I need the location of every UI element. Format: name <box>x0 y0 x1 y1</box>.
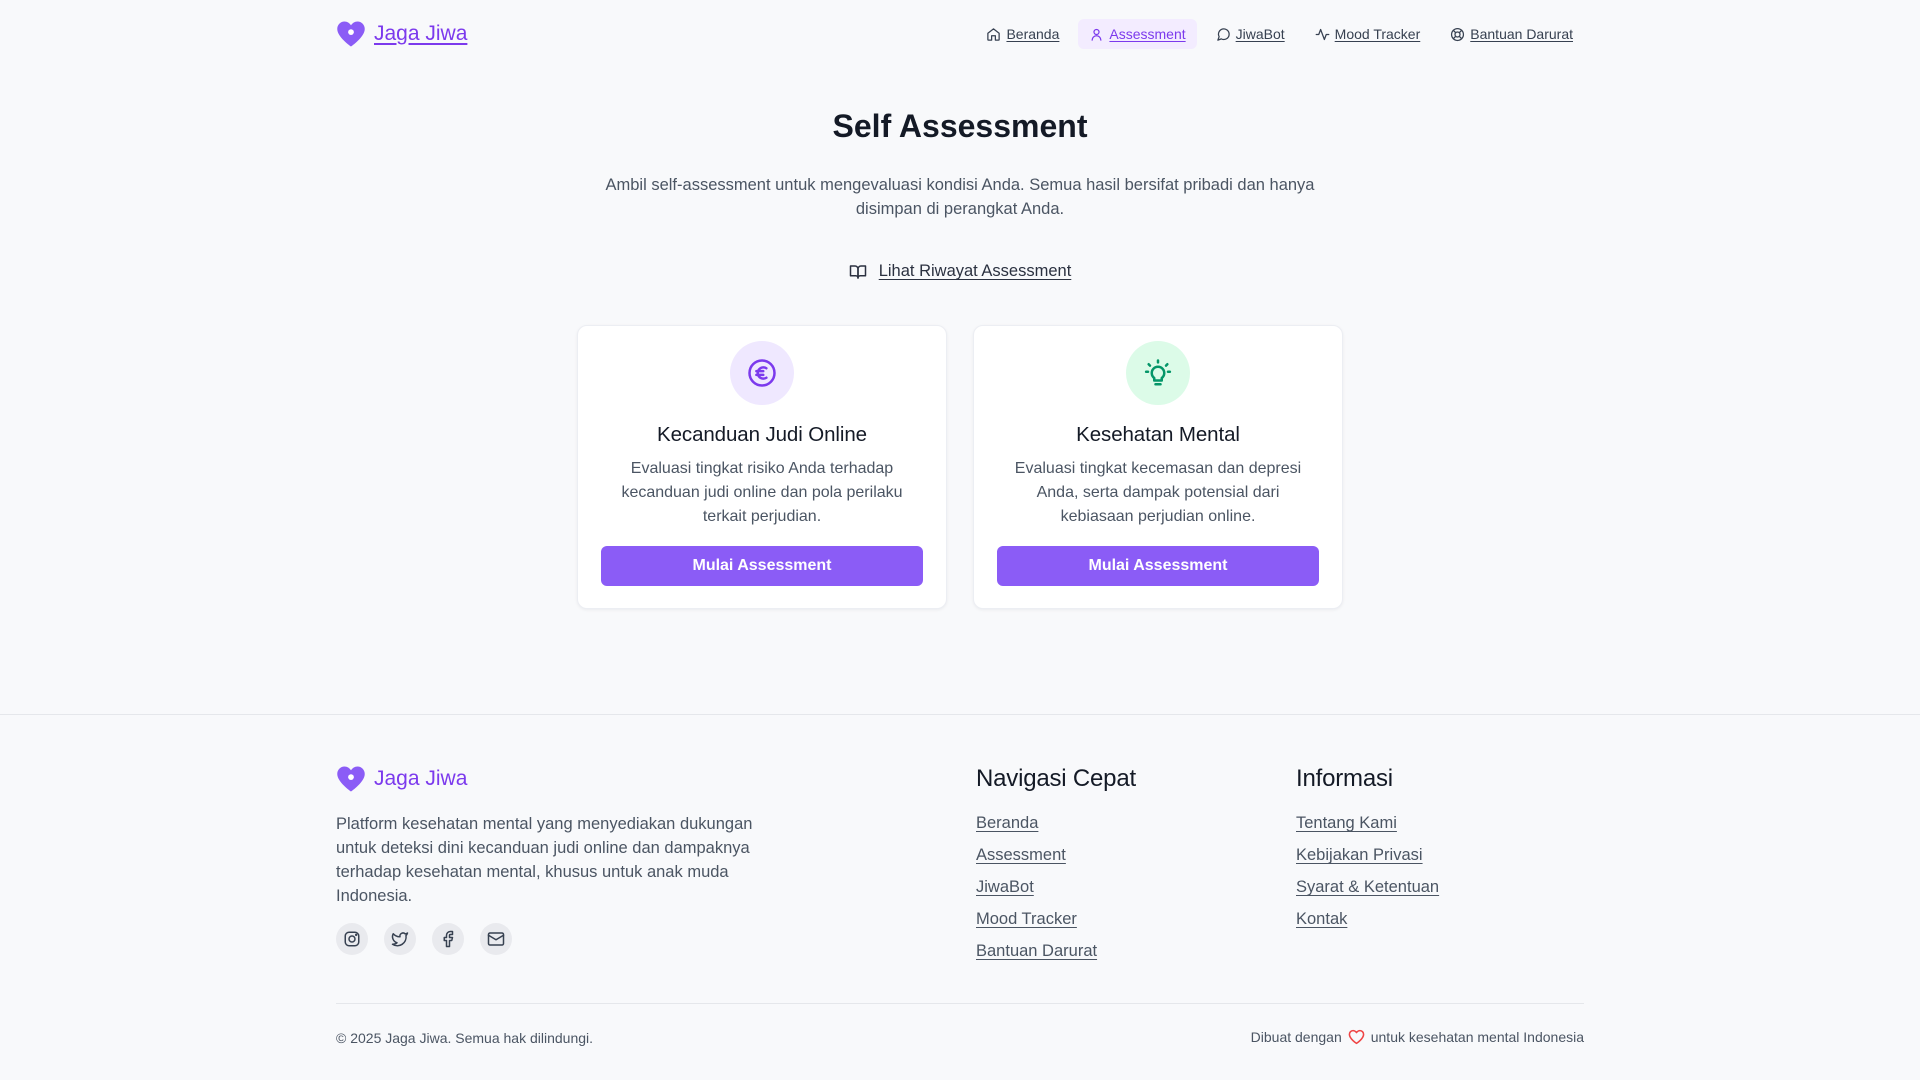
made-with-prefix: Dibuat dengan <box>1250 1029 1342 1045</box>
footer-divider <box>336 1003 1584 1004</box>
chat-bubble-icon <box>1216 27 1230 41</box>
card-icon-wrapper <box>1126 341 1190 405</box>
twitter-icon <box>391 932 409 947</box>
card-description: Evaluasi tingkat kecemasan dan depresi A… <box>1014 460 1302 525</box>
footer-quick-nav: Navigasi Cepat Beranda Assessment JiwaBo… <box>976 765 1136 967</box>
main-nav: Beranda Assessment JiwaBot Mood Tracker … <box>975 19 1584 49</box>
mail-icon <box>487 932 505 946</box>
facebook-icon <box>443 930 454 948</box>
footer-info: Informasi Tentang Kami Kebijakan Privasi… <box>1296 765 1439 935</box>
card-gambling-assessment: Kecanduan Judi Online Evaluasi tingkat r… <box>577 325 947 609</box>
euro-coin-icon <box>748 359 776 387</box>
card-title: Kesehatan Mental <box>1076 423 1240 446</box>
copyright-text: © 2025 Jaga Jiwa. Semua hak dilindungi. <box>336 1030 594 1046</box>
nav-item-assessment[interactable]: Assessment <box>1078 19 1197 49</box>
nav-item-mood-tracker[interactable]: Mood Tracker <box>1304 19 1432 49</box>
heart-outline-icon <box>1348 1029 1365 1045</box>
lightbulb-icon <box>1144 359 1172 386</box>
twitter-link[interactable] <box>384 923 416 955</box>
start-gambling-assessment-button[interactable]: Mulai Assessment <box>601 546 923 586</box>
social-links <box>336 923 512 955</box>
footer-link-kebijakan-privasi[interactable]: Kebijakan Privasi <box>1296 846 1423 864</box>
assessment-history-link[interactable]: Lihat Riwayat Assessment <box>0 262 1920 281</box>
instagram-link[interactable] <box>336 923 368 955</box>
site-header: Jaga Jiwa Beranda Assessment JiwaBot Moo… <box>336 14 1584 54</box>
footer-link-jiwabot[interactable]: JiwaBot <box>976 878 1034 896</box>
life-buoy-icon <box>1451 27 1465 41</box>
nav-item-beranda[interactable]: Beranda <box>975 19 1070 49</box>
nav-item-jiwabot[interactable]: JiwaBot <box>1205 19 1296 49</box>
footer-link-tentang-kami[interactable]: Tentang Kami <box>1296 814 1397 832</box>
instagram-icon <box>344 931 360 947</box>
card-description: Evaluasi tingkat risiko Anda terhadap ke… <box>621 460 903 525</box>
card-icon-wrapper <box>730 341 794 405</box>
history-link-label: Lihat Riwayat Assessment <box>878 262 1072 280</box>
heart-logo-icon <box>337 766 365 792</box>
card-mental-health-assessment: Kesehatan Mental Evaluasi tingkat kecema… <box>973 325 1343 609</box>
nav-label: JiwaBot <box>1235 26 1285 42</box>
page-subtitle: Ambil self-assessment untuk mengevaluasi… <box>605 176 1315 218</box>
footer-link-assessment[interactable]: Assessment <box>976 846 1066 864</box>
nav-label: Bantuan Darurat <box>1470 26 1573 42</box>
made-with-love: Dibuat dengan untuk kesehatan mental Ind… <box>1251 1029 1584 1045</box>
footer-link-beranda[interactable]: Beranda <box>976 814 1038 832</box>
footer-link-syarat-ketentuan[interactable]: Syarat & Ketentuan <box>1296 878 1439 896</box>
page-title: Self Assessment <box>832 108 1088 144</box>
site-footer: Jaga Jiwa Platform kesehatan mental yang… <box>0 714 1920 1080</box>
nav-label: Assessment <box>1109 26 1186 42</box>
nav-label: Mood Tracker <box>1334 26 1421 42</box>
footer-link-bantuan-darurat[interactable]: Bantuan Darurat <box>976 942 1097 960</box>
card-title: Kecanduan Judi Online <box>657 423 867 446</box>
made-with-suffix: untuk kesehatan mental Indonesia <box>1370 1029 1584 1045</box>
nav-label: Beranda <box>1006 26 1060 42</box>
heart-logo-icon <box>337 21 365 47</box>
footer-brand-name: Jaga Jiwa <box>374 767 468 790</box>
brand-name: Jaga Jiwa <box>374 22 468 45</box>
email-link[interactable] <box>480 923 512 955</box>
footer-info-heading: Informasi <box>1296 765 1393 792</box>
footer-link-kontak[interactable]: Kontak <box>1296 910 1347 928</box>
footer-description: Platform kesehatan mental yang menyediak… <box>336 815 753 905</box>
start-mental-health-assessment-button[interactable]: Mulai Assessment <box>997 546 1319 586</box>
brand-logo-link[interactable]: Jaga Jiwa <box>336 20 467 48</box>
footer-brand: Jaga Jiwa <box>336 765 467 793</box>
activity-icon <box>1315 28 1330 40</box>
book-open-icon <box>849 264 866 279</box>
facebook-link[interactable] <box>432 923 464 955</box>
footer-nav-heading: Navigasi Cepat <box>976 765 1136 792</box>
user-icon <box>1091 28 1102 41</box>
assessment-cards: Kecanduan Judi Online Evaluasi tingkat r… <box>577 325 1343 609</box>
footer-link-mood-tracker[interactable]: Mood Tracker <box>976 910 1077 928</box>
home-icon <box>987 27 1001 41</box>
nav-item-bantuan-darurat[interactable]: Bantuan Darurat <box>1439 19 1584 49</box>
